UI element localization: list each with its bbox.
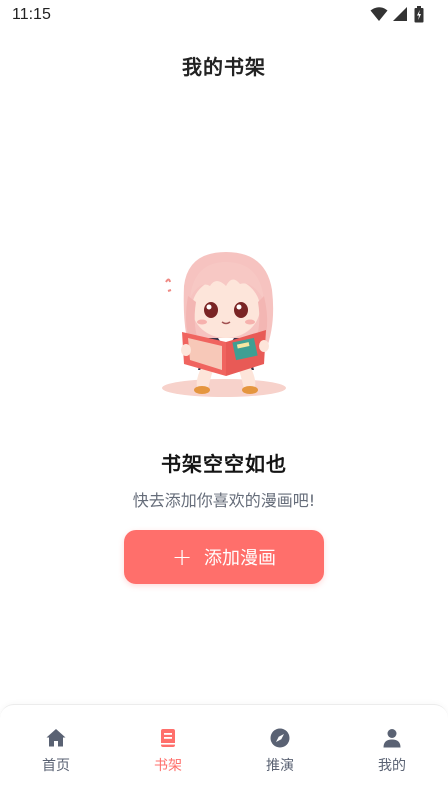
nav-item-bookshelf[interactable]: 书架 — [128, 727, 208, 783]
status-time: 11:15 — [12, 6, 51, 23]
status-icons — [370, 6, 434, 24]
nav-item-home[interactable]: 首页 — [16, 727, 96, 783]
page-title: 我的书架 — [182, 55, 266, 79]
status-bar: 11:15 — [0, 0, 448, 32]
wifi-icon — [370, 7, 388, 21]
reading-girl-illustration — [154, 246, 296, 406]
nav-label-home: 首页 — [42, 758, 70, 774]
nav-label-profile: 我的 — [378, 758, 406, 774]
plus-icon: + — [171, 543, 193, 571]
home-icon — [46, 729, 66, 747]
bottom-nav: 首页 书架 推演 我的 — [0, 704, 448, 797]
add-comic-button-label: 添加漫画 — [204, 548, 277, 569]
book-icon — [161, 729, 175, 747]
signal-icon — [393, 7, 407, 21]
empty-state-subtitle: 快去添加你喜欢的漫画吧! — [132, 491, 316, 510]
add-comic-button[interactable]: + 添加漫画 — [124, 530, 324, 584]
nav-item-discover[interactable]: 推演 — [240, 727, 320, 783]
battery-icon — [414, 6, 424, 23]
person-icon — [383, 729, 401, 748]
nav-label-discover: 推演 — [266, 758, 294, 774]
empty-state-title: 书架空空如也 — [161, 452, 287, 476]
nav-item-profile[interactable]: 我的 — [352, 727, 432, 783]
compass-icon — [270, 728, 290, 748]
nav-label-bookshelf: 书架 — [154, 758, 182, 774]
